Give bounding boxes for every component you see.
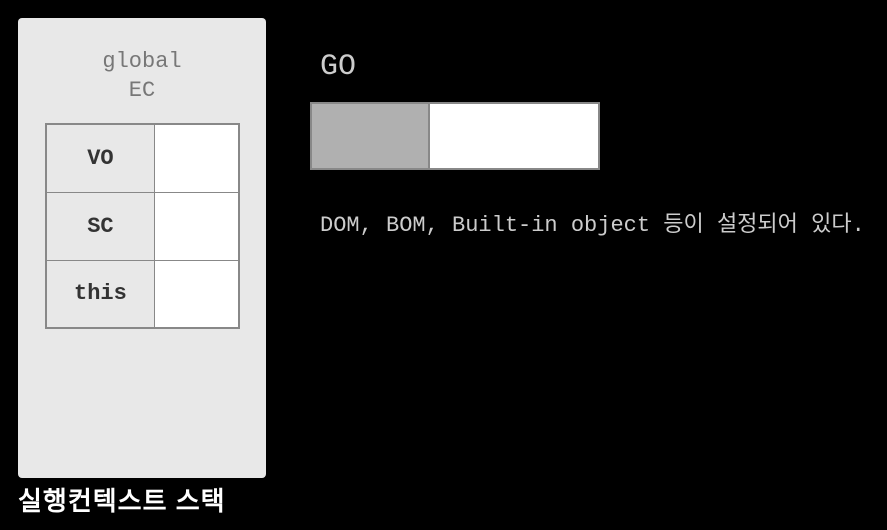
table-row: VO xyxy=(46,124,239,192)
right-panel: GO DOM, BOM, Built-in object 등이 설정되어 있다. xyxy=(310,50,850,238)
execution-context-stack-label: 실행컨텍스트 스택 xyxy=(18,481,226,518)
this-value xyxy=(155,260,239,328)
vo-value xyxy=(155,124,239,192)
description-text: DOM, BOM, Built-in object 등이 설정되어 있다. xyxy=(320,206,850,238)
sc-label: SC xyxy=(46,192,155,260)
go-cell-gray xyxy=(310,102,430,170)
go-label: GO xyxy=(320,50,850,84)
left-panel: global EC VO SC this xyxy=(18,18,266,478)
table-row: this xyxy=(46,260,239,328)
vo-label: VO xyxy=(46,124,155,192)
go-cell-white xyxy=(430,102,600,170)
global-ec-label: global EC xyxy=(102,48,181,105)
table-row: SC xyxy=(46,192,239,260)
this-label: this xyxy=(46,260,155,328)
go-box xyxy=(310,102,850,170)
sc-value xyxy=(155,192,239,260)
ec-table: VO SC this xyxy=(45,123,240,329)
